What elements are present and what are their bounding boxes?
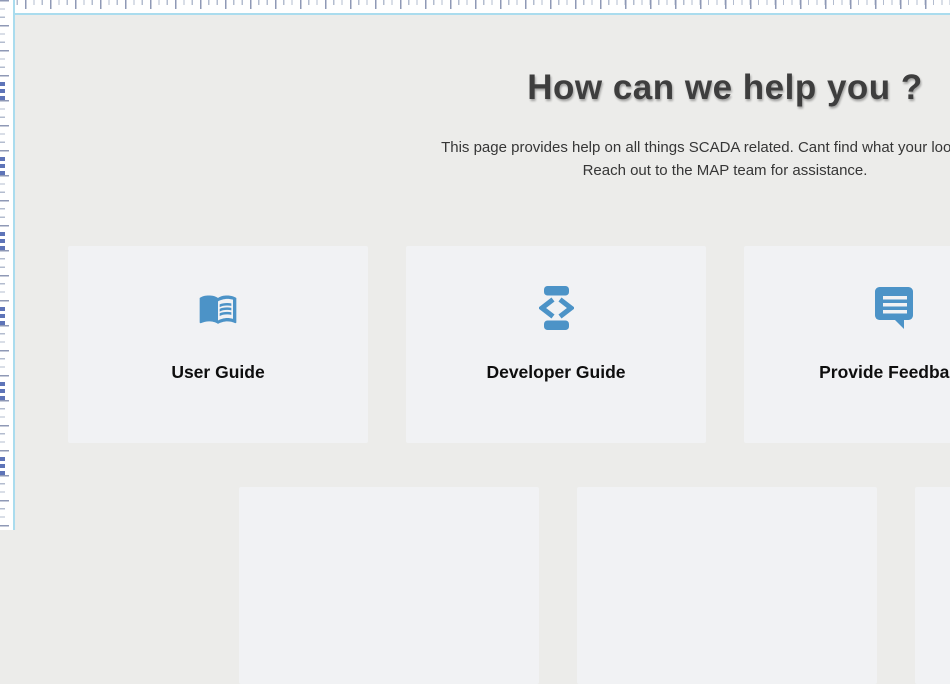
ruler-guide-marks xyxy=(0,82,5,530)
open-book-icon xyxy=(195,286,241,330)
card-label: Provide Feedback xyxy=(819,362,950,383)
subtitle-line-2: Reach out to the MAP team for assistance… xyxy=(0,159,950,182)
card-provide-feedback[interactable]: Provide Feedback xyxy=(744,246,950,443)
page-subtitle: This page provides help on all things SC… xyxy=(0,136,950,182)
subtitle-line-1: This page provides help on all things SC… xyxy=(0,136,950,159)
developer-mode-icon xyxy=(539,286,574,330)
card-label: User Guide xyxy=(171,362,264,383)
horizontal-ruler xyxy=(0,0,950,15)
bottom-cards-row xyxy=(239,487,950,684)
card-partial[interactable] xyxy=(239,487,539,684)
card-partial[interactable] xyxy=(577,487,877,684)
page-title: How can we help you ? xyxy=(0,68,950,108)
vertical-ruler xyxy=(0,0,15,530)
card-label: Developer Guide xyxy=(486,362,625,383)
card-partial[interactable] xyxy=(915,487,950,684)
card-developer-guide[interactable]: Developer Guide xyxy=(406,246,706,443)
card-user-guide[interactable]: User Guide xyxy=(68,246,368,443)
chat-bubble-icon xyxy=(875,286,913,330)
help-cards-row: User Guide Developer Guide xyxy=(68,246,950,443)
help-page: How can we help you ? This page provides… xyxy=(0,0,950,530)
